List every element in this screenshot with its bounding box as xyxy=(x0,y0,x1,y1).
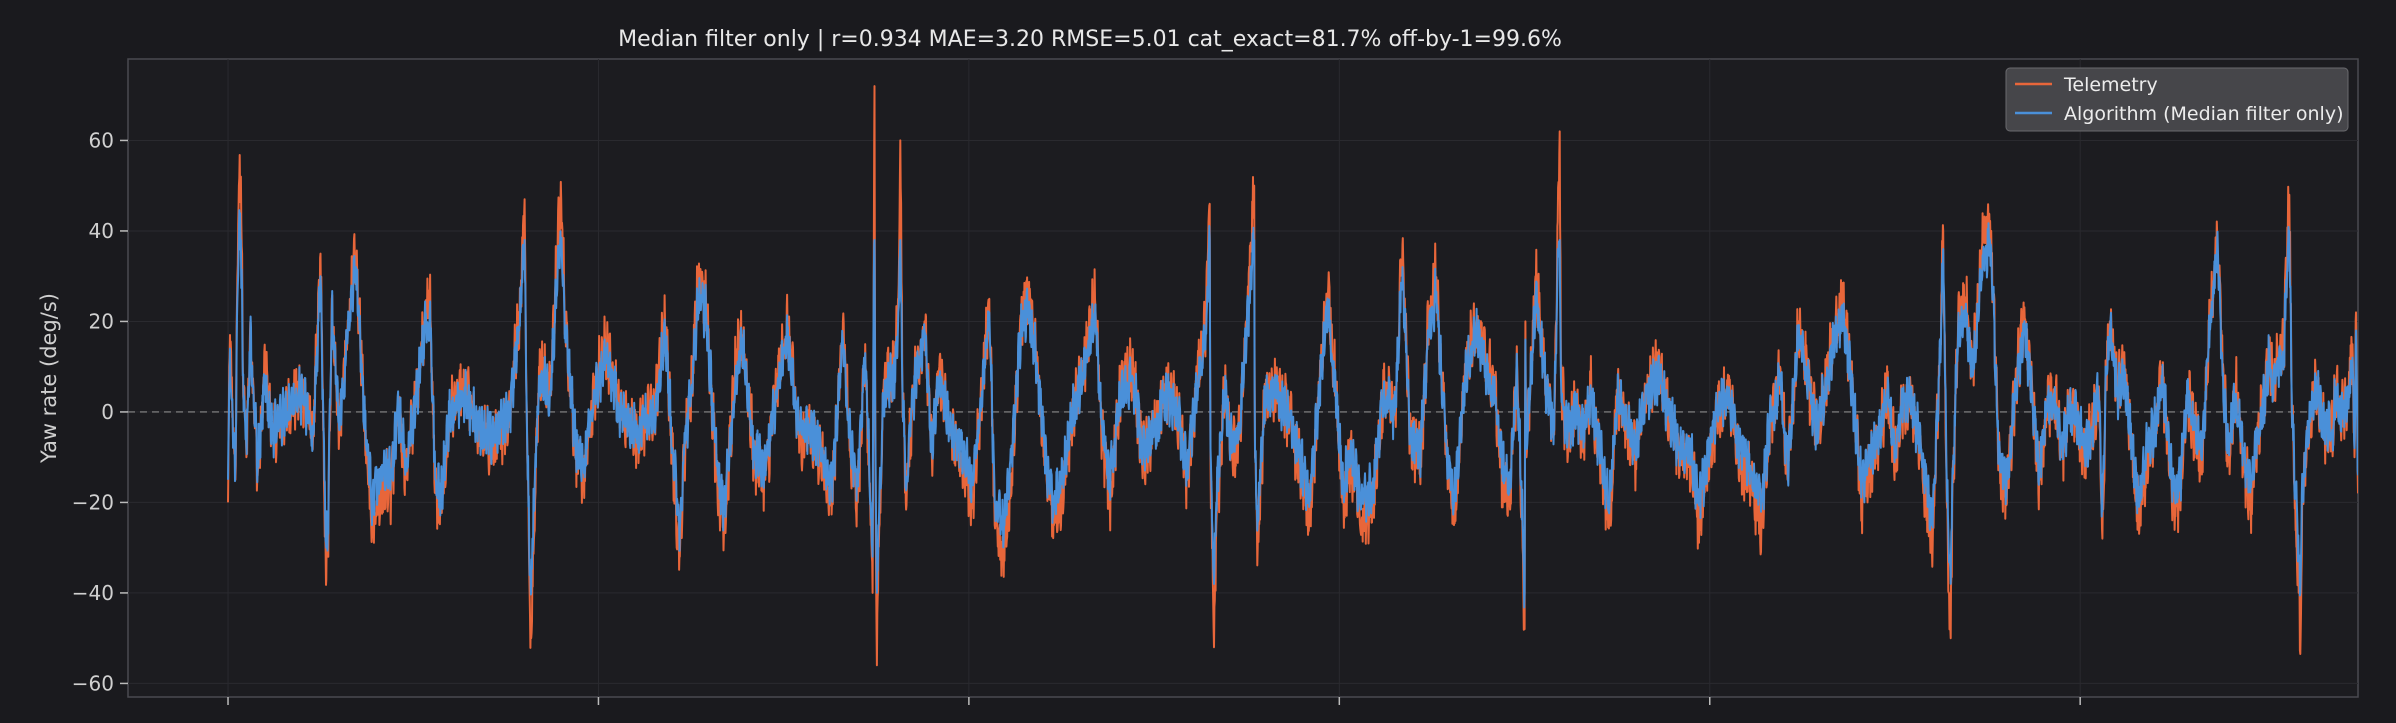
legend-algorithm-label: Algorithm (Median filter only) xyxy=(2064,103,2344,125)
y-tick-label: 60 xyxy=(89,128,114,152)
y-axis-label: Yaw rate (deg/s) xyxy=(37,293,61,464)
y-tick-label: 0 xyxy=(101,400,114,424)
y-tick-label: −40 xyxy=(72,581,114,605)
y-tick-label: 20 xyxy=(89,309,114,333)
y-tick-label: −60 xyxy=(72,671,114,695)
y-tick-label: 40 xyxy=(89,219,114,243)
y-tick-label: −20 xyxy=(72,490,114,514)
chart: −60 −40 −20 0 20 40 60 Median filter only | r=… xyxy=(0,0,2396,723)
legend: Telemetry Algorithm (Median filter only) xyxy=(2005,67,2349,132)
legend-telemetry-label: Telemetry xyxy=(2063,74,2158,96)
chart-title: Median filter only | r=0.934 MAE=3.20 RM… xyxy=(618,27,1562,52)
